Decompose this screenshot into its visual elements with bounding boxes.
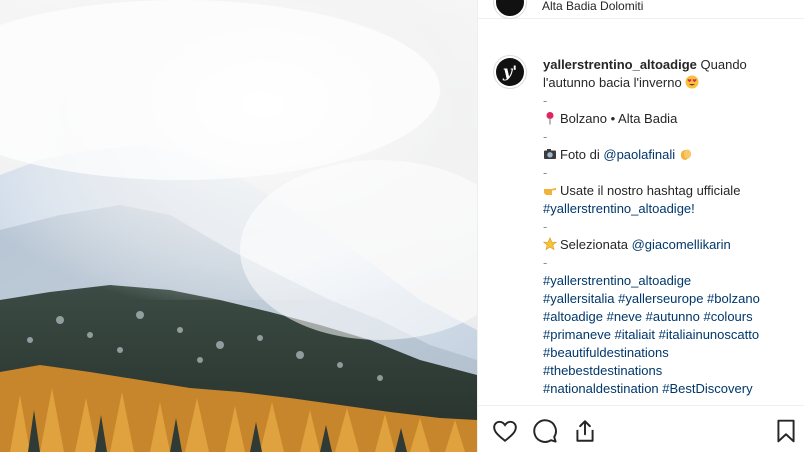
heart-icon[interactable] bbox=[492, 418, 518, 444]
clapping-hands-icon bbox=[680, 149, 691, 160]
caption-dash-4: - bbox=[543, 219, 548, 234]
official-hashtag-link[interactable]: #yallerstrentino_altoadige! bbox=[543, 201, 695, 216]
photographer-mention-link[interactable]: @paolafinali bbox=[603, 147, 675, 162]
post-photo[interactable] bbox=[0, 0, 477, 452]
caption-area: y' yallerstrentino_altoadige Quando l'au… bbox=[478, 42, 804, 404]
hashtags-line-7[interactable]: #nationaldestination #BestDiscovery bbox=[543, 380, 798, 398]
hashtags-line-3[interactable]: #altoadige #neve #autunno #colours bbox=[543, 308, 798, 326]
hashtags-line-6[interactable]: #thebestdestinations bbox=[543, 362, 798, 380]
caption-dash-1: - bbox=[543, 93, 548, 108]
pointing-hand-icon bbox=[544, 188, 556, 195]
post-header: Alta Badia Dolomiti bbox=[478, 0, 804, 19]
heart-eyes-emoji-icon bbox=[685, 75, 699, 89]
caption-place: Bolzano • Alta Badia bbox=[560, 111, 678, 126]
round-pushpin-icon bbox=[546, 112, 554, 125]
hashtags-line-4[interactable]: #primaneve #italiait #italiainunoscatto bbox=[543, 326, 798, 344]
caption-title-a: Quando bbox=[700, 57, 747, 72]
caption-hashtag-text: Usate il nostro hashtag ufficiale bbox=[560, 183, 741, 198]
caption-text: yallerstrentino_altoadige Quando l'autun… bbox=[543, 56, 798, 398]
caption-title-b: l'autunno bacia l'inverno bbox=[543, 75, 682, 90]
hashtags-line-1[interactable]: #yallerstrentino_altoadige bbox=[543, 272, 798, 290]
caption-dash-5: - bbox=[543, 255, 548, 270]
post-side-panel: Alta Badia Dolomiti y' yallerstrentino_a… bbox=[477, 0, 804, 452]
bookmark-icon[interactable] bbox=[773, 418, 799, 444]
camera-icon bbox=[544, 149, 556, 159]
selected-user-mention-link[interactable]: @giacomellikarin bbox=[632, 237, 731, 252]
caption-dash-3: - bbox=[543, 165, 548, 180]
mountain-landscape-image bbox=[0, 0, 477, 452]
hashtags-line-2[interactable]: #yallersitalia #yallerseurope #bolzano bbox=[543, 290, 798, 308]
header-avatar[interactable] bbox=[494, 0, 526, 18]
star-icon bbox=[543, 237, 557, 251]
post-viewer: Alta Badia Dolomiti y' yallerstrentino_a… bbox=[0, 0, 804, 452]
hashtags-line-5[interactable]: #beautifuldestinations bbox=[543, 344, 798, 362]
author-avatar[interactable]: y' bbox=[496, 58, 524, 86]
comment-icon[interactable] bbox=[532, 418, 558, 444]
share-icon[interactable] bbox=[572, 418, 598, 444]
caption-dash-2: - bbox=[543, 129, 548, 144]
caption-selected-prefix: Selezionata bbox=[560, 237, 628, 252]
caption-photo-prefix: Foto di bbox=[560, 147, 600, 162]
post-actions-bar bbox=[478, 405, 804, 453]
author-username[interactable]: yallerstrentino_altoadige bbox=[543, 57, 697, 72]
location-link[interactable]: Alta Badia Dolomiti bbox=[542, 0, 643, 13]
